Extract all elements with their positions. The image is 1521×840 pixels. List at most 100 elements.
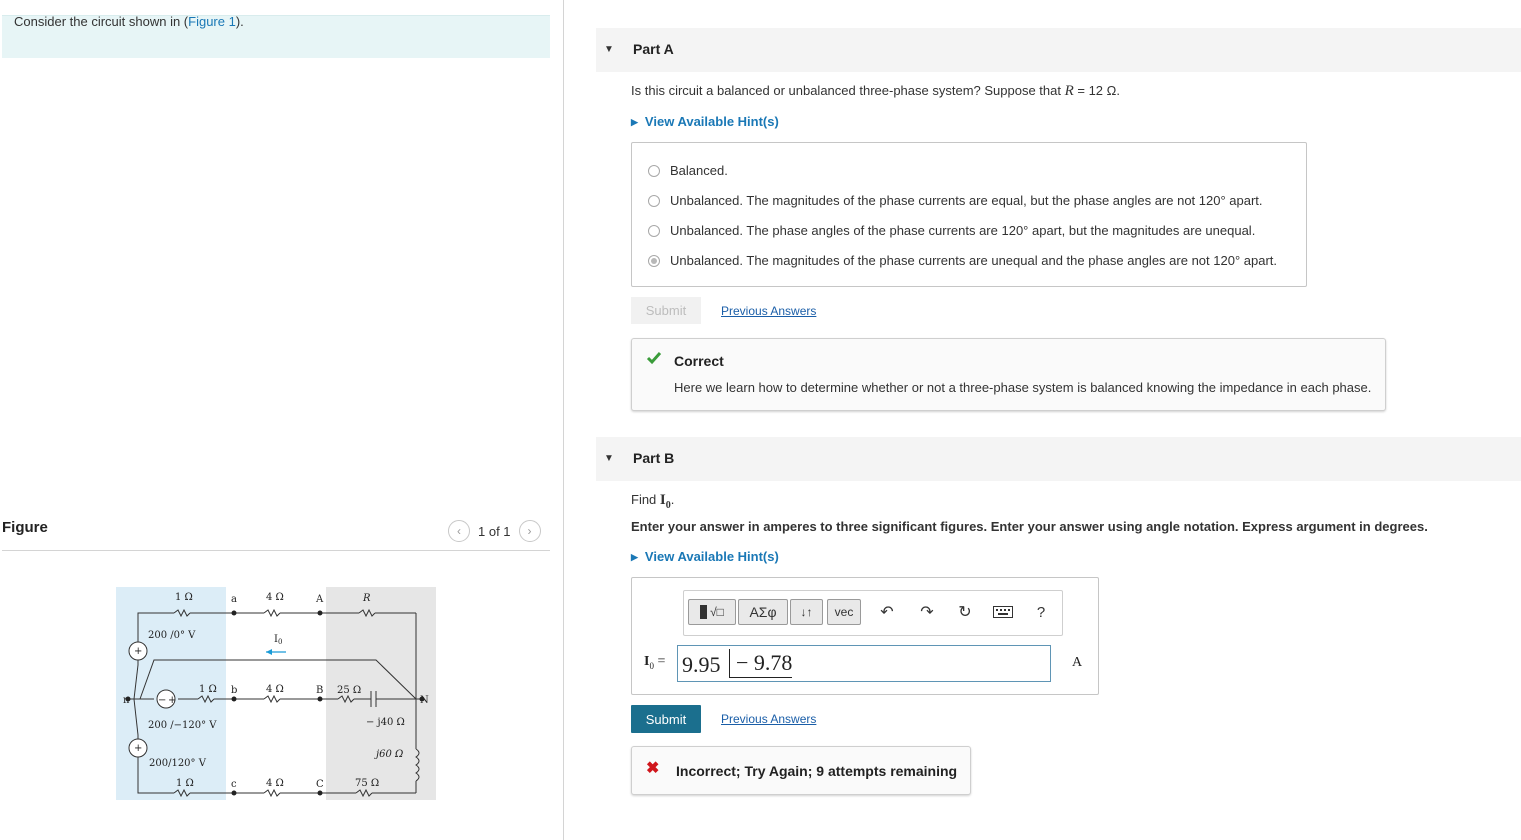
part-b-header[interactable]: ▼ Part B [596,437,1521,481]
arrows-button[interactable]: ↓↑ [790,599,823,625]
undo-icon[interactable]: ↶ [876,601,898,623]
find-variable: I0 [659,492,671,511]
feedback-message: Here we learn how to determine whether o… [674,380,1372,395]
figure-title: Figure [2,519,48,536]
vec-button[interactable]: vec [827,599,861,625]
incorrect-feedback: ✖ Incorrect; Try Again; 9 attempts remai… [631,746,971,795]
question-variable: R [1064,83,1074,99]
question-value: = 12 Ω. [1073,83,1120,98]
part-b-label: Part B [633,450,675,466]
label-r75: 75 Ω [355,778,379,789]
option-label: Balanced. [670,163,728,178]
label-r4c: 4 Ω [266,778,284,789]
label-src3: 200/120° V [149,758,207,769]
label-node-b: b [231,685,237,696]
src2-plus: + [168,695,176,706]
part-b-previous-answers-link[interactable]: Previous Answers [721,712,816,726]
answer-box: √□ ΑΣφ ↓↑ vec ↶ ↷ ↻ ? I0 = 9.95 − 9.78 A [631,577,1099,695]
template-block-icon [700,605,708,619]
option-unbalanced-both[interactable]: Unbalanced. The magnitudes of the phase … [648,253,1277,268]
label-r25: 25 Ω [337,685,361,696]
answer-label: I0 = [644,654,666,671]
label-node-B: B [316,685,323,696]
feedback-title: Correct [674,353,724,369]
answer-input[interactable]: 9.95 − 9.78 [677,645,1051,682]
part-b-find: Find I0. [631,492,674,511]
figure-link[interactable]: Figure 1 [188,14,236,29]
pager-text: 1 of 1 [478,523,511,539]
label-io: I0 [274,634,282,646]
radio-button-selected[interactable] [648,254,660,267]
chevron-right-icon[interactable]: › [518,520,541,542]
templates-label: √□ [710,605,724,619]
label-node-c: c [231,779,237,790]
label-R: R [362,593,371,604]
figure-divider [2,550,550,551]
part-a-question: Is this circuit a balanced or unbalanced… [631,83,1120,100]
intro-suffix: ). [235,14,244,29]
correct-feedback: Correct Here we learn how to determine w… [631,338,1386,411]
intro-prefix: Consider the circuit shown in ( [14,14,189,29]
panel-divider [563,0,564,840]
label-r1a: 1 Ω [175,592,193,603]
label-r1b: 1 Ω [199,684,217,695]
part-b-instructions: Enter your answer in amperes to three si… [631,519,1428,534]
part-a-label: Part A [633,41,674,57]
part-a-header[interactable]: ▼ Part A [596,28,1521,72]
label-src2: 200 /−120° V [148,720,217,731]
option-label: Unbalanced. The magnitudes of the phase … [670,253,1277,268]
part-b-submit-button[interactable]: Submit [631,705,701,733]
collapse-triangle-icon[interactable]: ▼ [604,453,614,464]
label-node-N: N [420,695,429,706]
help-button[interactable]: ? [1030,601,1052,623]
label-node-A: A [315,594,324,605]
keyboard-icon[interactable] [992,601,1014,623]
src3-plus: + [134,743,142,754]
greek-button[interactable]: ΑΣφ [738,599,788,625]
math-toolbar: √□ ΑΣφ ↓↑ vec ↶ ↷ ↻ ? [683,590,1063,636]
label-r4a: 4 Ω [266,592,284,603]
option-label: Unbalanced. The phase angles of the phas… [670,223,1256,238]
chevron-left-icon[interactable]: ‹ [448,520,470,542]
src2-minus: − [158,695,166,706]
find-period: . [670,492,675,507]
option-unbalanced-angles[interactable]: Unbalanced. The magnitudes of the phase … [648,193,1263,208]
find-text: Find [631,492,660,507]
option-balanced[interactable]: Balanced. [648,163,728,178]
label-src1: 200 /0° V [148,630,196,641]
caret-right-icon: ▶ [631,552,638,562]
label-node-a: a [231,594,237,605]
question-text: Is this circuit a balanced or unbalanced… [631,83,1065,98]
answer-angle: − 9.78 [729,649,793,678]
x-mark-icon: ✖ [646,760,660,777]
option-label: Unbalanced. The magnitudes of the phase … [670,193,1263,208]
circuit-diagram: 1 Ω a 4 Ω A R 200 /0° V + I0 n − + 1 Ω b… [116,587,436,800]
option-unbalanced-magnitudes[interactable]: Unbalanced. The phase angles of the phas… [648,223,1255,238]
label-cap: − j40 Ω [366,717,405,728]
collapse-triangle-icon[interactable]: ▼ [604,44,614,55]
part-a-submit-button[interactable]: Submit [631,297,701,324]
hint-label: View Available Hint(s) [644,549,779,564]
radio-button[interactable] [648,224,660,237]
part-b-hint-link[interactable]: ▶ View Available Hint(s) [631,549,779,564]
checkmark-icon [646,352,662,365]
label-r4b: 4 Ω [266,684,284,695]
radio-button[interactable] [648,194,660,207]
answer-magnitude: 9.95 [682,652,721,677]
templates-button[interactable]: √□ [688,599,736,625]
intro-text: Consider the circuit shown in (Figure 1)… [14,14,244,29]
figure-pager: ‹ 1 of 1 › [448,519,541,543]
radio-button[interactable] [648,164,660,177]
part-a-hint-link[interactable]: ▶ View Available Hint(s) [631,114,779,129]
hint-label: View Available Hint(s) [644,114,779,129]
feedback-message: Incorrect; Try Again; 9 attempts remaini… [676,763,958,779]
label-node-n: n [123,695,130,706]
answer-unit: A [1072,655,1083,670]
label-ind: j60 Ω [374,749,403,760]
src1-plus: + [134,646,142,657]
caret-right-icon: ▶ [631,117,638,127]
part-a-previous-answers-link[interactable]: Previous Answers [721,304,816,318]
label-node-C: C [316,779,324,790]
redo-icon[interactable]: ↷ [916,601,938,623]
reset-icon[interactable]: ↻ [954,601,976,623]
